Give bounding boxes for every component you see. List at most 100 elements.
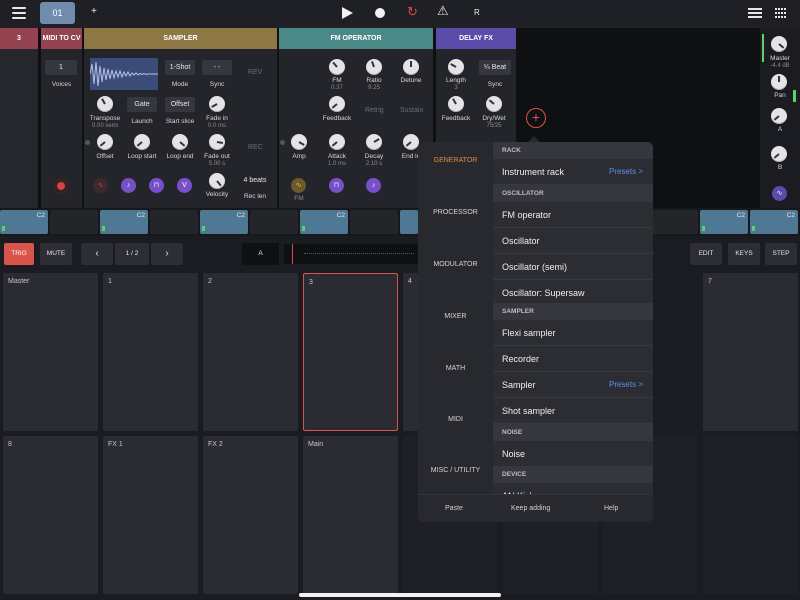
ratio-knob[interactable] (366, 59, 382, 75)
mode-field[interactable]: 1-Shot (165, 60, 195, 75)
length-knob[interactable] (448, 59, 464, 75)
fade-in-knob[interactable] (209, 96, 225, 112)
retrig-toggle[interactable]: Retrig (365, 107, 384, 114)
next-page-button[interactable]: › (151, 243, 183, 265)
item-flexi-sampler[interactable]: Flexi sampler (493, 320, 653, 346)
pad-3[interactable]: 3 (303, 273, 398, 431)
pan-knob[interactable] (771, 74, 787, 90)
pad-1[interactable]: 1 (103, 273, 198, 431)
clip-empty[interactable] (50, 210, 98, 234)
delay-feedback-knob[interactable] (448, 96, 464, 112)
feedback-knob[interactable] (329, 96, 345, 112)
clip-empty[interactable] (650, 210, 698, 234)
record-icon[interactable] (375, 8, 385, 18)
category-midi[interactable]: MIDI (418, 416, 493, 423)
add-tab-button[interactable]: + (91, 6, 97, 17)
delay-fx-header[interactable]: DELAY FX (436, 28, 516, 49)
item-oscillator-semi[interactable]: Oscillator (semi) (493, 254, 653, 280)
delay-sync-field[interactable]: ¼ Beat (479, 60, 511, 75)
warning-icon[interactable]: ⚠ (437, 4, 449, 18)
item-sampler[interactable]: Sampler Presets > (493, 372, 653, 398)
keep-adding-button[interactable]: Keep adding (511, 505, 550, 512)
play-icon[interactable] (342, 7, 353, 19)
clip-6[interactable]: C2 (700, 210, 748, 234)
item-noise[interactable]: Noise (493, 441, 653, 467)
pad-8[interactable]: 8 (3, 436, 98, 594)
item-shot-sampler[interactable]: Shot sampler (493, 398, 653, 424)
note-icon[interactable]: ♪ (121, 178, 136, 193)
note-mod-icon[interactable]: ♪ (366, 178, 381, 193)
sampler-presets-link[interactable]: Presets > (609, 372, 643, 398)
paste-button[interactable]: Paste (445, 505, 463, 512)
category-generator[interactable]: GENERATOR (418, 157, 493, 164)
tab-01[interactable]: 01 (40, 2, 75, 24)
sustain-toggle[interactable]: Sustain (400, 107, 423, 114)
decay-knob[interactable] (366, 134, 382, 150)
start-slice-field[interactable]: Offset (165, 97, 195, 112)
fm-operator-header[interactable]: FM OPERATOR (279, 28, 433, 49)
step-button[interactable]: STEP (765, 243, 797, 265)
pad-master[interactable]: Master (3, 273, 98, 431)
mute-button[interactable]: MUTE (40, 243, 72, 265)
sine-lfo-icon[interactable]: ∿ (93, 178, 108, 193)
master-knob[interactable] (771, 36, 787, 52)
voices-field[interactable]: 1 (45, 60, 77, 75)
rec-label[interactable]: REC (248, 144, 263, 151)
amp-knob[interactable] (291, 134, 307, 150)
category-modulator[interactable]: MODULATOR (418, 261, 493, 268)
waveform-display[interactable] (90, 58, 158, 90)
dry-wet-knob[interactable] (486, 96, 502, 112)
fade-out-knob[interactable] (209, 134, 225, 150)
midi-port-icon[interactable] (54, 179, 68, 193)
loop-icon[interactable]: ↻ (407, 5, 418, 19)
r-button[interactable]: R (474, 8, 480, 17)
category-math[interactable]: MATH (418, 365, 493, 372)
pulse-icon[interactable]: ⊓ (149, 178, 164, 193)
launch-field[interactable]: Gate (127, 97, 157, 112)
end-level-knob[interactable] (403, 134, 419, 150)
loop-start-knob[interactable] (134, 134, 150, 150)
sampler-header[interactable]: SAMPLER (84, 28, 277, 49)
send-b-knob[interactable] (771, 146, 787, 162)
offset-knob[interactable] (97, 134, 113, 150)
clip-4[interactable]: C2 (300, 210, 348, 234)
grid-view-icon[interactable] (775, 8, 787, 19)
keys-button[interactable]: KEYS (728, 243, 760, 265)
timeline-strip[interactable] (284, 244, 418, 264)
clip-2[interactable]: C2 (100, 210, 148, 234)
sync-field[interactable]: - - (202, 60, 232, 75)
pad-7[interactable]: 7 (703, 273, 798, 431)
list-view-icon[interactable] (748, 8, 762, 18)
velocity-knob[interactable] (209, 173, 225, 189)
pad-fx2[interactable]: FX 2 (203, 436, 298, 594)
clip-5[interactable] (400, 210, 418, 234)
item-fm-operator[interactable]: FM operator (493, 202, 653, 228)
fm-mod-icon[interactable]: ∿ (291, 178, 306, 193)
loop-end-knob[interactable] (172, 134, 188, 150)
midi-to-cv-header[interactable]: MIDI TO CV (41, 28, 82, 49)
item-recorder[interactable]: Recorder (493, 346, 653, 372)
edit-button[interactable]: EDIT (690, 243, 722, 265)
scene-a-button[interactable]: A (242, 243, 279, 265)
trig-button[interactable]: TRIG (4, 243, 34, 265)
velocity-icon[interactable]: V (177, 178, 192, 193)
category-mixer[interactable]: MIXER (418, 313, 493, 320)
fm-knob[interactable] (329, 59, 345, 75)
instrument-rack-presets-link[interactable]: Presets > (609, 159, 643, 185)
pad-empty[interactable] (703, 436, 798, 594)
pad-2[interactable]: 2 (203, 273, 298, 431)
pad-fx1[interactable]: FX 1 (103, 436, 198, 594)
clip-1[interactable]: C2 (0, 210, 48, 234)
category-processor[interactable]: PROCESSOR (418, 209, 493, 216)
attack-knob[interactable] (329, 134, 345, 150)
menu-icon[interactable] (12, 7, 26, 19)
add-device-button[interactable]: + (526, 108, 546, 128)
item-instrument-rack[interactable]: Instrument rack Presets > (493, 159, 653, 185)
detune-knob[interactable] (403, 59, 419, 75)
transpose-knob[interactable] (97, 96, 113, 112)
clip-empty[interactable] (350, 210, 398, 234)
send-a-knob[interactable] (771, 108, 787, 124)
pulse-mod-icon[interactable]: ⊓ (329, 178, 344, 193)
category-misc-utility[interactable]: MISC / UTILITY (418, 467, 493, 474)
item-an-kick[interactable]: AN Kick (493, 483, 653, 494)
